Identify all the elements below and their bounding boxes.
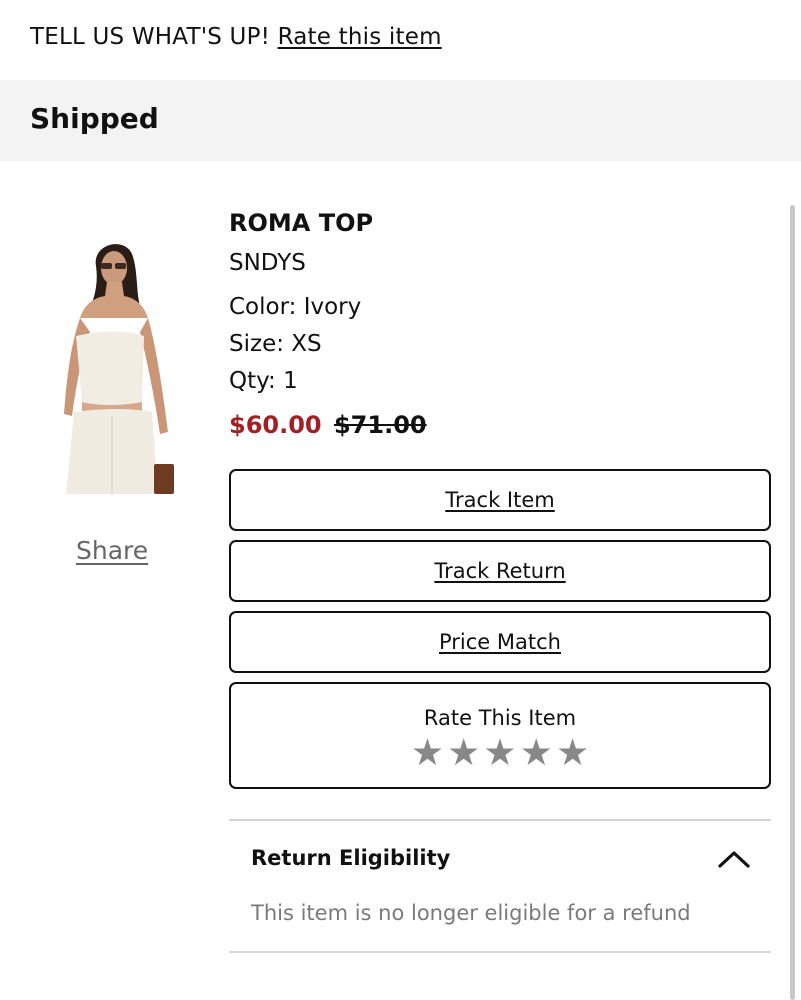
product-color: Color: Ivory xyxy=(229,294,362,320)
product-image[interactable] xyxy=(52,236,177,494)
product-qty: Qty: 1 xyxy=(229,368,298,394)
star-3-icon[interactable]: ★ xyxy=(483,734,516,771)
order-status: Shipped xyxy=(30,102,159,135)
rate-prompt-text: TELL US WHAT'S UP! xyxy=(30,24,271,50)
product-size: Size: XS xyxy=(229,331,322,357)
rate-prompt-bar: TELL US WHAT'S UP! Rate this item xyxy=(0,0,801,80)
order-status-band: Shipped xyxy=(0,80,801,161)
star-5-icon[interactable]: ★ xyxy=(556,734,589,771)
star-4-icon[interactable]: ★ xyxy=(520,734,553,771)
rate-this-item-link[interactable]: Rate this item xyxy=(278,24,442,50)
product-brand: SNDYS xyxy=(229,250,306,276)
return-eligibility-title[interactable]: Return Eligibility xyxy=(251,846,450,870)
scrollbar[interactable] xyxy=(790,205,795,1000)
track-item-label: Track Item xyxy=(445,488,555,512)
divider-bottom xyxy=(229,951,771,953)
price-match-label: Price Match xyxy=(439,630,561,654)
rate-this-item-box: Rate This Item ★ ★ ★ ★ ★ xyxy=(229,682,771,789)
product-price: $60.00 $71.00 xyxy=(229,411,427,439)
chevron-up-icon[interactable] xyxy=(717,848,751,870)
share-link[interactable]: Share xyxy=(76,536,148,565)
sale-price: $60.00 xyxy=(229,411,322,439)
product-name[interactable]: ROMA TOP xyxy=(229,209,373,237)
star-2-icon[interactable]: ★ xyxy=(447,734,480,771)
return-eligibility-message: This item is no longer eligible for a re… xyxy=(251,901,691,925)
price-match-button[interactable]: Price Match xyxy=(229,611,771,673)
track-item-button[interactable]: Track Item xyxy=(229,469,771,531)
star-1-icon[interactable]: ★ xyxy=(411,734,444,771)
rate-this-item-label: Rate This Item xyxy=(423,706,577,730)
divider-top xyxy=(229,819,771,821)
track-return-button[interactable]: Track Return xyxy=(229,540,771,602)
star-rating[interactable]: ★ ★ ★ ★ ★ xyxy=(231,734,769,771)
track-return-label: Track Return xyxy=(434,559,566,583)
original-price: $71.00 xyxy=(333,411,427,439)
rate-prompt: TELL US WHAT'S UP! Rate this item xyxy=(30,24,442,50)
